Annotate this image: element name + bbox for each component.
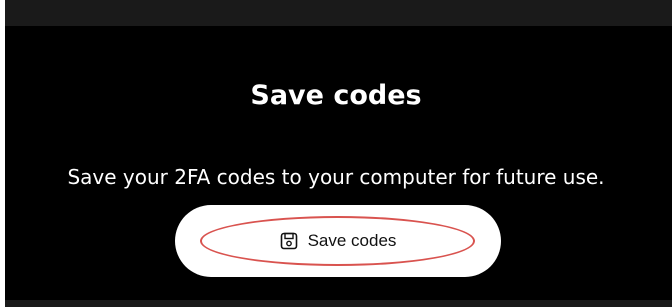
top-bar bbox=[5, 0, 672, 26]
description-text: Save your 2FA codes to your computer for… bbox=[67, 165, 605, 189]
save-codes-button[interactable]: Save codes bbox=[175, 205, 501, 277]
save-icon bbox=[280, 232, 298, 250]
bottom-bar bbox=[5, 300, 672, 307]
dialog-frame: Save codes Save your 2FA codes to your c… bbox=[5, 0, 672, 307]
page-title: Save codes bbox=[250, 80, 422, 111]
save-codes-button-content: Save codes bbox=[175, 205, 501, 277]
save-codes-button-label: Save codes bbox=[307, 231, 397, 250]
